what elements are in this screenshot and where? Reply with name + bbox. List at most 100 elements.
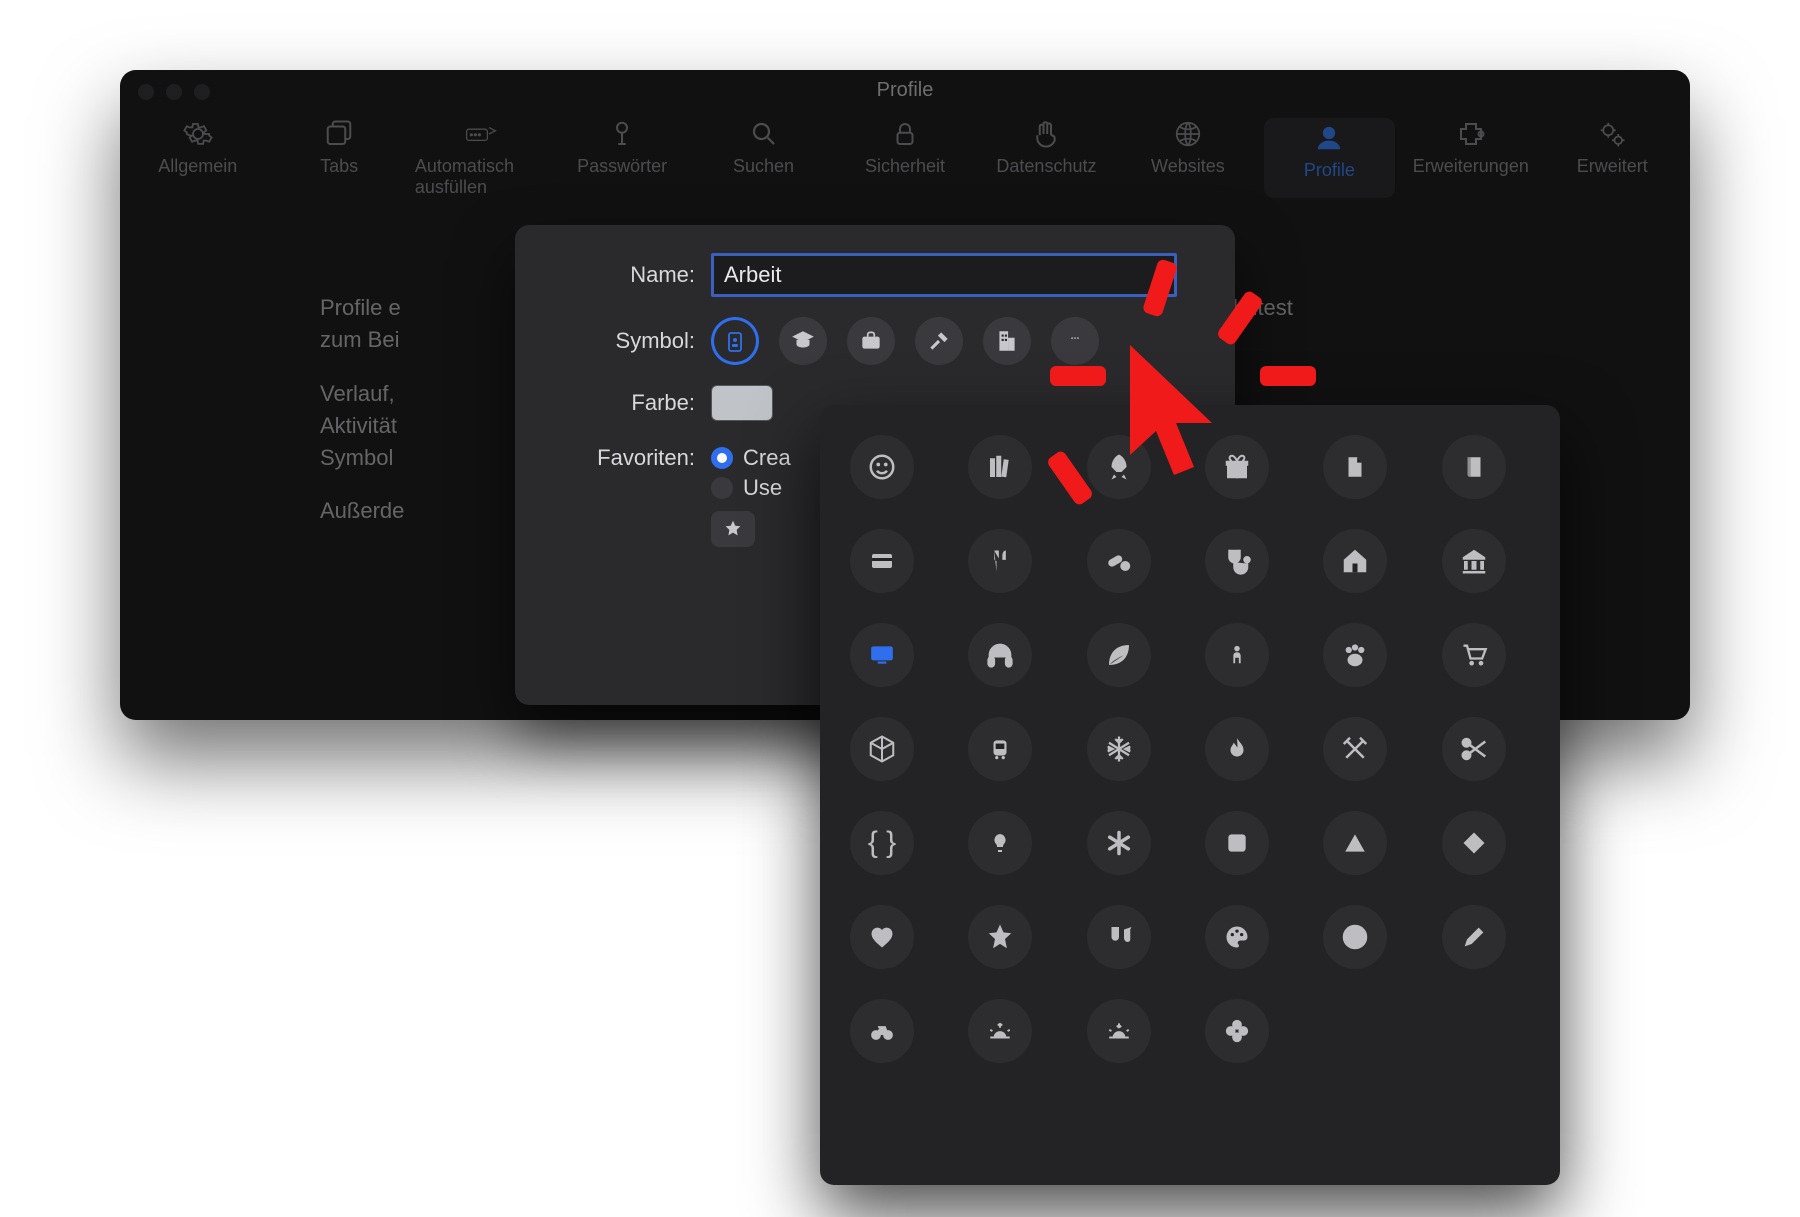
icon-option-tram[interactable] — [968, 717, 1032, 781]
favorites-label: Favoriten: — [545, 441, 711, 471]
tab-general[interactable]: Allgemein — [132, 118, 263, 198]
icon-option-square[interactable] — [1205, 811, 1269, 875]
tab-passwords[interactable]: Passwörter — [556, 118, 687, 198]
body-text: zum Bei — [320, 327, 399, 352]
icon-option-headphones[interactable] — [968, 623, 1032, 687]
icon-option-bicycle[interactable] — [850, 999, 914, 1063]
icon-option-guitars[interactable] — [1087, 905, 1151, 969]
tab-websites[interactable]: Websites — [1122, 118, 1253, 198]
icon-option-braces[interactable]: { } — [850, 811, 914, 875]
color-swatch[interactable] — [711, 385, 773, 421]
profile-name-input[interactable] — [711, 253, 1177, 297]
symbol-option-graduation-cap[interactable] — [779, 317, 827, 365]
icon-option-scissors[interactable] — [1442, 717, 1506, 781]
tab-privacy[interactable]: Datenschutz — [981, 118, 1112, 198]
lock-icon — [889, 118, 921, 150]
tab-tabs[interactable]: Tabs — [273, 118, 404, 198]
icon-option-tools[interactable] — [1323, 717, 1387, 781]
icon-option-palette[interactable] — [1205, 905, 1269, 969]
radio-unchecked-icon — [711, 477, 733, 499]
window-title: Profile — [877, 79, 934, 102]
icon-option-leaf[interactable] — [1087, 623, 1151, 687]
icon-option-flower[interactable] — [1205, 999, 1269, 1063]
tab-extensions[interactable]: Erweiterungen — [1405, 118, 1536, 198]
tab-label: Websites — [1151, 156, 1225, 177]
icon-option-pencil[interactable] — [1442, 905, 1506, 969]
icon-option-books[interactable] — [968, 435, 1032, 499]
body-text: Verlauf, — [320, 381, 395, 406]
tab-security[interactable]: Sicherheit — [839, 118, 970, 198]
icon-option-smiley[interactable] — [850, 435, 914, 499]
tab-label: Passwörter — [577, 156, 667, 177]
icon-option-pawprint[interactable] — [1323, 623, 1387, 687]
icon-option-rocket[interactable] — [1087, 435, 1151, 499]
symbol-label: Symbol: — [545, 328, 711, 354]
icon-option-pills[interactable] — [1087, 529, 1151, 593]
icon-option-person[interactable] — [1205, 623, 1269, 687]
icon-option-heart[interactable] — [850, 905, 914, 969]
icon-option-sunset[interactable] — [1087, 999, 1151, 1063]
globe-icon — [1172, 118, 1204, 150]
icon-option-display[interactable] — [850, 623, 914, 687]
body-text: hntest — [1233, 295, 1293, 320]
tab-search[interactable]: Suchen — [698, 118, 829, 198]
tab-label: Automatisch ausfüllen — [415, 156, 546, 198]
zoom-window-icon[interactable] — [194, 84, 210, 100]
icon-option-snowflake[interactable] — [1087, 717, 1151, 781]
symbol-popover: { } — [820, 405, 1560, 1185]
icon-option-document[interactable] — [1323, 435, 1387, 499]
icon-option-house[interactable] — [1323, 529, 1387, 593]
hand-icon — [1030, 118, 1062, 150]
radio-label: Use — [743, 475, 782, 501]
gear-icon — [182, 118, 214, 150]
favorites-star-button[interactable] — [711, 511, 755, 547]
close-window-icon[interactable] — [138, 84, 154, 100]
tab-label: Profile — [1304, 160, 1355, 181]
traffic-lights[interactable] — [138, 84, 210, 100]
icon-option-star[interactable] — [968, 905, 1032, 969]
icon-option-fork-knife[interactable] — [968, 529, 1032, 593]
minimize-window-icon[interactable] — [166, 84, 182, 100]
symbol-option-hammer[interactable] — [915, 317, 963, 365]
icon-option-cart[interactable] — [1442, 623, 1506, 687]
icon-option-cube[interactable] — [850, 717, 914, 781]
tab-label: Datenschutz — [996, 156, 1096, 177]
icon-option-stethoscope[interactable] — [1205, 529, 1269, 593]
icon-option-diamond[interactable] — [1442, 811, 1506, 875]
radio-checked-icon — [711, 447, 733, 469]
radio-label: Crea — [743, 445, 791, 471]
tab-autofill[interactable]: Automatisch ausfüllen — [415, 118, 546, 198]
icon-option-lightbulb[interactable] — [968, 811, 1032, 875]
symbol-option-id-card[interactable] — [711, 317, 759, 365]
symbol-option-briefcase[interactable] — [847, 317, 895, 365]
symbol-option-more[interactable] — [1051, 317, 1099, 365]
tabs-icon — [323, 118, 355, 150]
person-icon — [1313, 122, 1345, 154]
key-icon — [606, 118, 638, 150]
name-label: Name: — [545, 262, 711, 288]
icon-option-sunrise[interactable] — [968, 999, 1032, 1063]
tab-profiles[interactable]: Profile — [1264, 118, 1395, 198]
tab-label: Erweiterungen — [1413, 156, 1529, 177]
icon-option-flame[interactable] — [1205, 717, 1269, 781]
symbol-option-building[interactable] — [983, 317, 1031, 365]
symbol-grid: { } — [850, 435, 1530, 1063]
icon-option-bank[interactable] — [1442, 529, 1506, 593]
tab-label: Tabs — [320, 156, 358, 177]
body-text: Profile e — [320, 295, 401, 320]
icon-option-triangle[interactable] — [1323, 811, 1387, 875]
body-text: Außerde — [320, 498, 404, 523]
icon-option-asterisk[interactable] — [1087, 811, 1151, 875]
icon-option-globe[interactable] — [1323, 905, 1387, 969]
window-titlebar: Profile — [120, 70, 1690, 110]
tab-label: Suchen — [733, 156, 794, 177]
icon-option-book[interactable] — [1442, 435, 1506, 499]
body-text: Aktivität — [320, 413, 397, 438]
icon-option-credit-card[interactable] — [850, 529, 914, 593]
icon-option-gift[interactable] — [1205, 435, 1269, 499]
tab-label: Erweitert — [1577, 156, 1648, 177]
gears-icon — [1596, 118, 1628, 150]
symbol-picker-row — [711, 317, 1205, 365]
autofill-icon — [465, 118, 497, 150]
tab-advanced[interactable]: Erweitert — [1547, 118, 1678, 198]
